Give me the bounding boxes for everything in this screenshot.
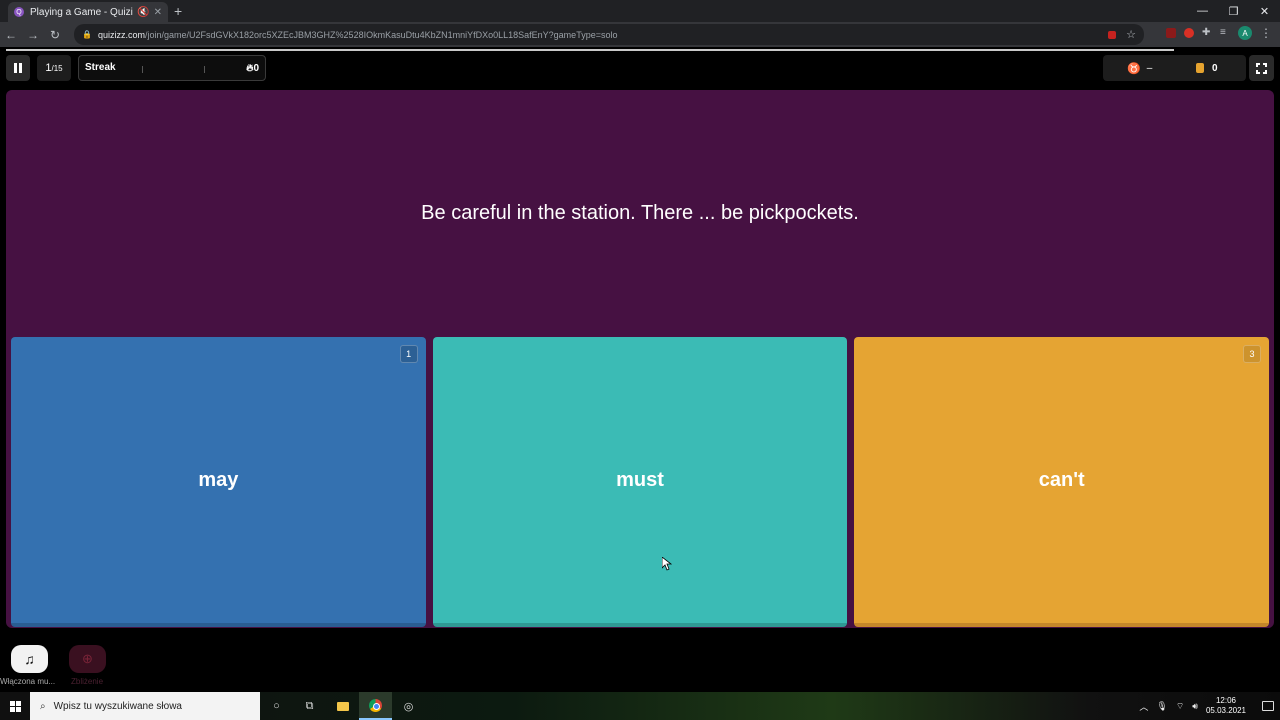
music-label: Włączona mu... xyxy=(0,677,56,686)
tab-close-icon[interactable]: ✕ xyxy=(154,7,162,18)
reload-icon[interactable]: ↻ xyxy=(44,28,66,42)
extension-icon[interactable] xyxy=(1166,28,1176,38)
task-view-icon[interactable]: ⧉ xyxy=(293,692,326,720)
page-divider xyxy=(6,49,1174,51)
coin-stack-icon xyxy=(1196,63,1204,73)
option-key-badge: 1 xyxy=(399,345,418,363)
answer-option-3[interactable]: 3 can't xyxy=(854,337,1270,627)
app-taskbar-button[interactable]: ◎ xyxy=(392,692,425,720)
window-controls: — ❐ ✕ xyxy=(1187,0,1280,22)
profile-avatar[interactable]: A xyxy=(1238,26,1252,40)
media-controls-icon[interactable]: ≡ xyxy=(1220,28,1230,38)
tray-overflow-icon[interactable]: ︿ xyxy=(1139,700,1148,713)
option-label: can't xyxy=(1038,468,1085,491)
windows-logo-icon xyxy=(9,700,21,712)
coins-value: 0 xyxy=(1212,62,1218,74)
pause-button[interactable] xyxy=(6,55,30,81)
bookmark-star-icon[interactable]: ☆ xyxy=(1126,28,1136,41)
clock-time: 12:06 xyxy=(1215,696,1236,705)
restore-icon[interactable]: ❐ xyxy=(1218,0,1249,22)
question-total: /15 xyxy=(51,63,63,73)
url-path: /join/game/U2FsdGVkX182orc5XZEcJBM3GHZ%2… xyxy=(144,29,618,40)
powerup-value: – xyxy=(1146,62,1153,74)
streak-meter: Streak 🔥︎0 xyxy=(78,55,266,81)
streak-label: Streak xyxy=(85,62,116,73)
cortana-icon[interactable]: ○ xyxy=(260,692,293,720)
quizizz-favicon-icon: Q xyxy=(14,7,24,17)
music-toggle-button[interactable]: ♫ xyxy=(11,645,48,673)
search-icon: ⌕ xyxy=(40,700,46,712)
chrome-icon xyxy=(369,698,382,712)
tab-title: Playing a Game - Quizizz xyxy=(30,6,134,18)
app-icon: ◎ xyxy=(403,700,414,713)
forward-icon[interactable]: → xyxy=(22,28,44,42)
new-tab-icon[interactable]: + xyxy=(174,3,182,19)
taskbar-search-placeholder: Wpisz tu wyszukiwane słowa xyxy=(53,700,182,712)
zoom-label: Zbliżenie xyxy=(71,677,104,686)
blocked-content-icon[interactable] xyxy=(1108,30,1116,39)
question-counter: 1/15 xyxy=(37,55,71,81)
question-text: Be careful in the station. There ... be … xyxy=(421,202,859,224)
folder-icon xyxy=(336,701,349,711)
browser-tabstrip: Q Playing a Game - Quizizz 🔇 ✕ + — ❐ ✕ xyxy=(0,0,1280,22)
microphone-icon[interactable]: 🎙︎ xyxy=(1156,701,1167,712)
chrome-taskbar-button[interactable] xyxy=(359,692,392,720)
fullscreen-button[interactable] xyxy=(1249,55,1274,81)
game-topbar: 1/15 Streak 🔥︎0 ♉ – 0 xyxy=(0,55,1280,83)
browser-menu-icon[interactable]: ⋮ xyxy=(1260,26,1272,40)
minimize-icon[interactable]: — xyxy=(1187,0,1218,22)
address-bar[interactable]: 🔒 quizizz.com /join/game/U2FsdGVkX182orc… xyxy=(74,24,1144,45)
answer-option-2[interactable]: must xyxy=(432,337,848,627)
quiz-page: 1/15 Streak 🔥︎0 ♉ – 0 Be careful in the … xyxy=(0,47,1280,690)
fullscreen-icon xyxy=(1255,61,1268,75)
system-tray: ︿ 🎙︎ ⌔ 🔊︎ 12:06 05.03.2021 xyxy=(1139,692,1280,720)
zoom-icon: ⊕ xyxy=(82,651,93,666)
clock[interactable]: 12:06 05.03.2021 xyxy=(1206,696,1246,716)
powerup-status[interactable]: ♉ – xyxy=(1103,55,1172,81)
option-label: may xyxy=(198,468,239,491)
taskbar-search[interactable]: ⌕ Wpisz tu wyszukiwane słowa xyxy=(30,692,260,720)
browser-tab[interactable]: Q Playing a Game - Quizizz 🔇 ✕ xyxy=(8,2,168,22)
lock-icon[interactable]: 🔒 xyxy=(82,30,92,39)
coins-counter: 0 xyxy=(1172,55,1246,81)
streak-count: 🔥︎0 xyxy=(246,63,259,74)
volume-icon[interactable]: 🔊︎ xyxy=(1192,701,1198,712)
extensions-bar: ✚ ≡ A ⋮ xyxy=(1166,26,1272,40)
tab-muted-icon[interactable]: 🔇 xyxy=(137,7,149,18)
streak-tick xyxy=(204,66,205,73)
zoom-button[interactable]: ⊕ xyxy=(69,645,106,673)
streak-tick xyxy=(142,66,143,73)
file-explorer-button[interactable] xyxy=(326,692,359,720)
option-label: must xyxy=(616,468,664,491)
extension-icon[interactable] xyxy=(1184,28,1194,38)
network-icon[interactable]: ⌔ xyxy=(1176,701,1184,712)
url-host: quizizz.com xyxy=(97,29,145,40)
option-key-badge: 3 xyxy=(1243,345,1262,363)
pause-icon xyxy=(14,63,22,73)
browser-toolbar: ← → ↻ 🔒 quizizz.com /join/game/U2FsdGVkX… xyxy=(0,22,1280,47)
mouse-cursor-icon xyxy=(661,556,673,576)
answer-options: 1 may must 3 can't xyxy=(11,337,1270,627)
powerup-icon: ♉ xyxy=(1127,62,1141,75)
back-icon[interactable]: ← xyxy=(0,28,22,42)
start-button[interactable] xyxy=(0,692,30,720)
answer-option-1[interactable]: 1 may xyxy=(11,337,426,627)
close-window-icon[interactable]: ✕ xyxy=(1249,0,1280,22)
clock-date: 05.03.2021 xyxy=(1205,706,1246,715)
windows-taskbar: ⌕ Wpisz tu wyszukiwane słowa ○ ⧉ ◎ ︿ 🎙︎ … xyxy=(0,692,1280,720)
music-note-icon: ♫ xyxy=(24,651,35,667)
notifications-icon[interactable] xyxy=(1262,701,1274,711)
puzzle-icon[interactable]: ✚ xyxy=(1202,28,1212,38)
